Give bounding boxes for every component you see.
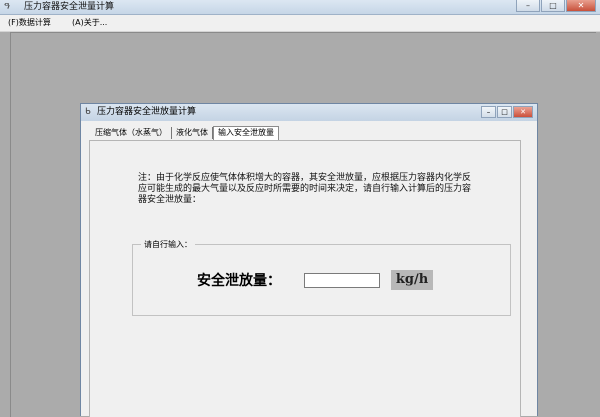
group-legend: 请自行输入：: [141, 239, 195, 250]
unit-label: kg/h: [391, 270, 433, 290]
tab-strip: 压缩气体（水蒸气） 液化气体 输入安全泄放量: [91, 126, 279, 140]
menu-bar: (F)数据计算 (A)关于...: [0, 15, 600, 32]
menu-about[interactable]: (A)关于...: [72, 17, 107, 29]
child-minimize-button[interactable]: –: [481, 106, 496, 118]
tab-panel: 注：由于化学反应使气体体积增大的容器，其安全泄放量，应根据压力容器内化学反应可能…: [89, 140, 521, 417]
child-maximize-button[interactable]: □: [497, 106, 512, 118]
child-window: ᑲ 压力容器安全泄放量计算 – □ ✕ 压缩气体（水蒸气） 液化气体 输入安全泄…: [80, 103, 538, 417]
notice-text: 注：由于化学反应使气体体积增大的容器，其安全泄放量，应根据压力容器内化学反应可能…: [138, 173, 472, 205]
child-window-title: 压力容器安全泄放量计算: [97, 107, 197, 117]
window-icon: ᑲ: [85, 107, 91, 117]
relief-amount-label: 安全泄放量：: [197, 273, 281, 289]
main-window-controls: – □ ✕: [516, 0, 596, 12]
minimize-button[interactable]: –: [516, 0, 540, 12]
main-title-bar: ዓ 压力容器安全泄量计算 – □ ✕: [0, 0, 600, 15]
tab-compressed-gas[interactable]: 压缩气体（水蒸气）: [91, 127, 172, 139]
relief-amount-input[interactable]: [304, 273, 380, 288]
close-button[interactable]: ✕: [566, 0, 596, 12]
child-close-button[interactable]: ✕: [513, 106, 533, 118]
input-groupbox: 请自行输入： 安全泄放量： kg/h: [132, 239, 511, 316]
maximize-button[interactable]: □: [541, 0, 565, 12]
menu-data-calc[interactable]: (F)数据计算: [8, 17, 51, 29]
child-window-controls: – □ ✕: [481, 106, 533, 118]
main-window-title: 压力容器安全泄量计算: [24, 2, 115, 12]
tab-input-relief[interactable]: 输入安全泄放量: [213, 126, 279, 140]
child-title-bar[interactable]: ᑲ 压力容器安全泄放量计算 – □ ✕: [81, 104, 537, 121]
tab-liquefied-gas[interactable]: 液化气体: [172, 127, 213, 139]
app-icon: ዓ: [4, 1, 10, 12]
